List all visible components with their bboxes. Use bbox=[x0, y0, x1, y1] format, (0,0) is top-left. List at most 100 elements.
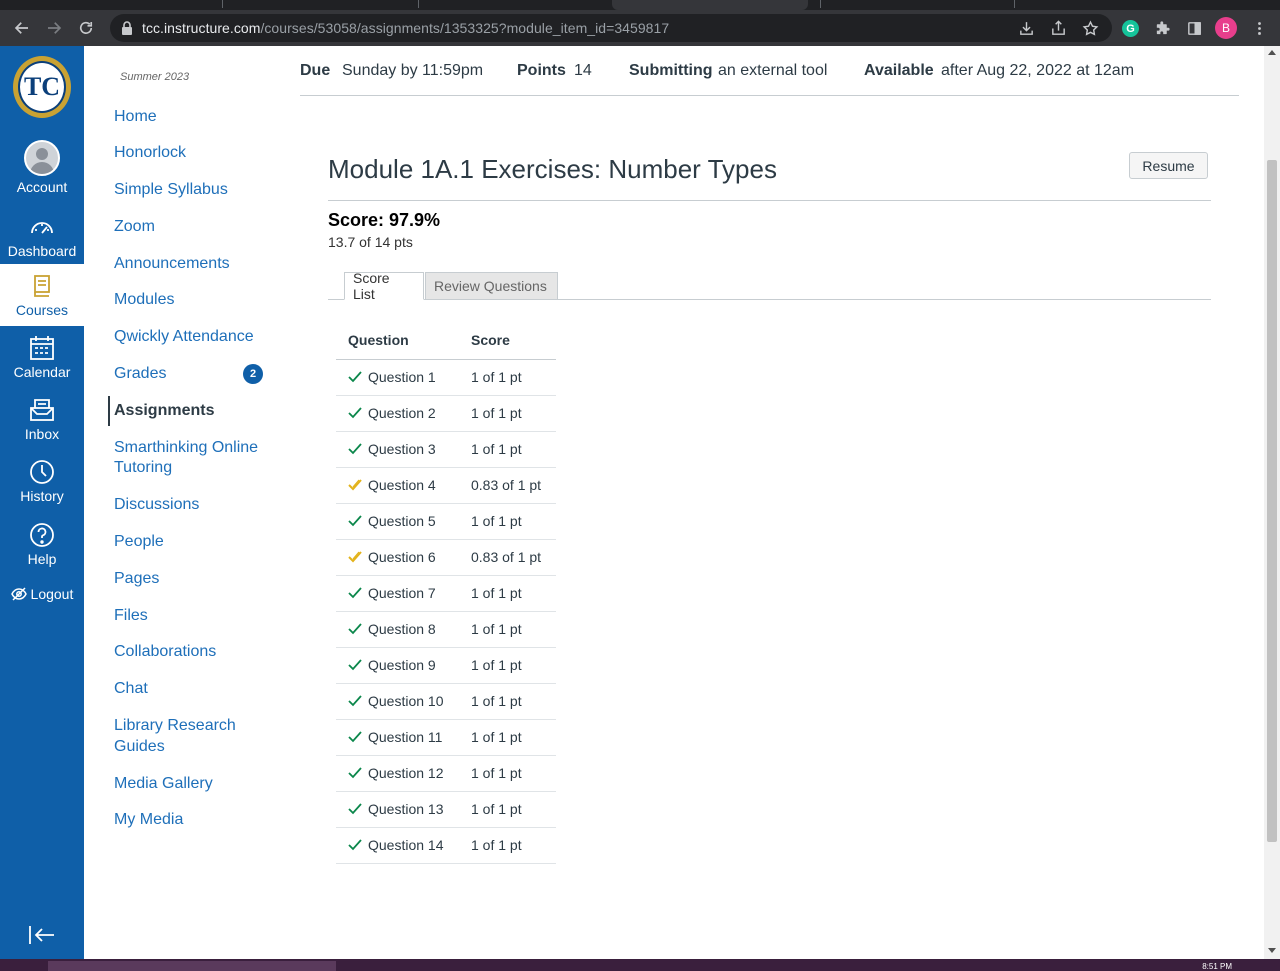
question-cell[interactable]: Question 6 bbox=[336, 539, 459, 576]
course-nav-grades[interactable]: Grades bbox=[114, 364, 166, 384]
question-cell[interactable]: Question 3 bbox=[336, 431, 459, 468]
question-cell[interactable]: Question 7 bbox=[336, 575, 459, 612]
nav-inbox[interactable]: Inbox bbox=[0, 396, 84, 442]
course-nav-qwickly-attendance[interactable]: Qwickly Attendance bbox=[114, 327, 254, 347]
tab-review-questions[interactable]: Review Questions bbox=[425, 272, 558, 300]
check-icon bbox=[348, 371, 362, 383]
calendar-icon bbox=[30, 336, 54, 360]
reload-icon[interactable] bbox=[74, 16, 98, 40]
score-table-body: Question 11 of 1 pt Question 21 of 1 pt Qu… bbox=[336, 359, 556, 864]
course-nav-library-research-line2[interactable]: Guides bbox=[114, 737, 165, 757]
course-nav-simple-syllabus[interactable]: Simple Syllabus bbox=[114, 180, 228, 200]
submitting-label: Submitting bbox=[629, 62, 713, 79]
question-cell[interactable]: Question 2 bbox=[336, 395, 459, 432]
course-nav-smarthinking-line2[interactable]: Tutoring bbox=[114, 458, 172, 478]
table-row: Question 6 0.83 of 1 pt bbox=[336, 539, 556, 576]
scroll-up-arrow-icon[interactable] bbox=[1268, 50, 1276, 55]
nav-calendar-label: Calendar bbox=[13, 364, 71, 380]
course-nav-files[interactable]: Files bbox=[114, 606, 148, 626]
grades-unread-badge: 2 bbox=[243, 364, 263, 384]
question-cell[interactable]: Question 10 bbox=[336, 683, 459, 720]
tab-score-list[interactable]: Score List bbox=[344, 270, 424, 302]
course-nav-announcements[interactable]: Announcements bbox=[114, 254, 230, 274]
question-label: Question 5 bbox=[368, 513, 436, 529]
question-cell[interactable]: Question 14 bbox=[336, 827, 459, 864]
extensions-puzzle-icon[interactable] bbox=[1152, 18, 1172, 38]
tab-separator bbox=[1014, 0, 1015, 8]
score-cell: 1 of 1 pt bbox=[459, 359, 556, 396]
grammarly-icon[interactable]: G bbox=[1122, 20, 1139, 37]
course-nav-people[interactable]: People bbox=[114, 532, 164, 552]
points-value: 14 bbox=[574, 62, 592, 79]
tab-separator bbox=[418, 0, 419, 8]
check-icon bbox=[348, 443, 362, 455]
nav-history[interactable]: History bbox=[0, 458, 84, 504]
course-nav-discussions[interactable]: Discussions bbox=[114, 495, 199, 515]
nav-help-label: Help bbox=[27, 551, 57, 567]
share-icon[interactable] bbox=[1048, 18, 1068, 38]
course-nav-my-media[interactable]: My Media bbox=[114, 810, 183, 830]
collapse-nav-icon[interactable] bbox=[28, 924, 56, 946]
course-nav-modules[interactable]: Modules bbox=[114, 290, 174, 310]
due-value: Sunday by 11:59pm bbox=[342, 62, 484, 79]
taskbar-active-app[interactable] bbox=[48, 961, 336, 971]
nav-calendar[interactable]: Calendar bbox=[0, 334, 84, 380]
address-bar[interactable]: tcc.instructure.com/courses/53058/assign… bbox=[110, 14, 1112, 42]
check-icon bbox=[348, 839, 362, 851]
course-nav-zoom[interactable]: Zoom bbox=[114, 217, 155, 237]
question-cell[interactable]: Question 1 bbox=[336, 359, 459, 396]
nav-help[interactable]: Help bbox=[0, 521, 84, 567]
question-cell[interactable]: Question 11 bbox=[336, 719, 459, 756]
score-cell: 1 of 1 pt bbox=[459, 503, 556, 540]
nav-dashboard-label: Dashboard bbox=[7, 243, 77, 259]
back-icon[interactable] bbox=[10, 16, 34, 40]
question-cell[interactable]: Question 9 bbox=[336, 647, 459, 684]
course-nav-media-gallery[interactable]: Media Gallery bbox=[114, 774, 213, 794]
table-row: Question 7 1 of 1 pt bbox=[336, 575, 556, 612]
browser-menu-icon[interactable] bbox=[1249, 18, 1269, 38]
profile-avatar[interactable]: B bbox=[1215, 17, 1237, 39]
question-cell[interactable]: Question 5 bbox=[336, 503, 459, 540]
score-cell: 1 of 1 pt bbox=[459, 755, 556, 792]
question-label: Question 3 bbox=[368, 441, 436, 457]
history-clock-icon bbox=[30, 460, 54, 484]
nav-account[interactable]: Account bbox=[0, 140, 84, 195]
course-term: Summer 2023 bbox=[120, 71, 190, 83]
course-nav-home[interactable]: Home bbox=[114, 107, 157, 127]
forward-icon[interactable] bbox=[42, 16, 66, 40]
os-taskbar: 8:51 PM bbox=[0, 959, 1280, 971]
check-icon bbox=[348, 767, 362, 779]
question-label: Question 12 bbox=[368, 765, 444, 781]
course-nav-collaborations[interactable]: Collaborations bbox=[114, 642, 216, 662]
check-icon bbox=[348, 659, 362, 671]
side-panel-icon[interactable] bbox=[1184, 18, 1204, 38]
browser-tab-active[interactable] bbox=[612, 0, 808, 10]
column-header-question: Question bbox=[336, 322, 459, 360]
nav-courses[interactable]: Courses bbox=[0, 264, 84, 326]
install-icon[interactable] bbox=[1016, 18, 1036, 38]
available-value: after Aug 22, 2022 at 12am bbox=[941, 62, 1135, 79]
table-row: Question 13 1 of 1 pt bbox=[336, 791, 556, 828]
nav-dashboard[interactable]: Dashboard bbox=[0, 213, 84, 259]
question-label: Question 10 bbox=[368, 693, 444, 709]
college-logo[interactable]: TC bbox=[13, 56, 71, 118]
question-cell[interactable]: Question 12 bbox=[336, 755, 459, 792]
scrollbar-thumb[interactable] bbox=[1267, 160, 1277, 842]
question-cell[interactable]: Question 8 bbox=[336, 611, 459, 648]
course-nav-pages[interactable]: Pages bbox=[114, 569, 159, 589]
question-cell[interactable]: Question 13 bbox=[336, 791, 459, 828]
help-icon bbox=[30, 523, 54, 547]
question-cell[interactable]: Question 4 bbox=[336, 467, 459, 504]
course-nav-honorlock[interactable]: Honorlock bbox=[114, 143, 186, 163]
bookmark-star-icon[interactable] bbox=[1080, 18, 1100, 38]
nav-logout[interactable]: Logout bbox=[0, 586, 84, 602]
course-nav-chat[interactable]: Chat bbox=[114, 679, 148, 699]
check-icon bbox=[348, 407, 362, 419]
course-nav-smarthinking[interactable]: Smarthinking Online bbox=[114, 438, 258, 458]
course-nav-library-research[interactable]: Library Research bbox=[114, 716, 236, 736]
resume-button[interactable]: Resume bbox=[1129, 152, 1208, 179]
browser-tab-strip bbox=[0, 0, 1280, 10]
scroll-down-arrow-icon[interactable] bbox=[1268, 948, 1276, 953]
nav-account-label: Account bbox=[16, 179, 68, 195]
course-nav-assignments[interactable]: Assignments bbox=[114, 401, 214, 421]
